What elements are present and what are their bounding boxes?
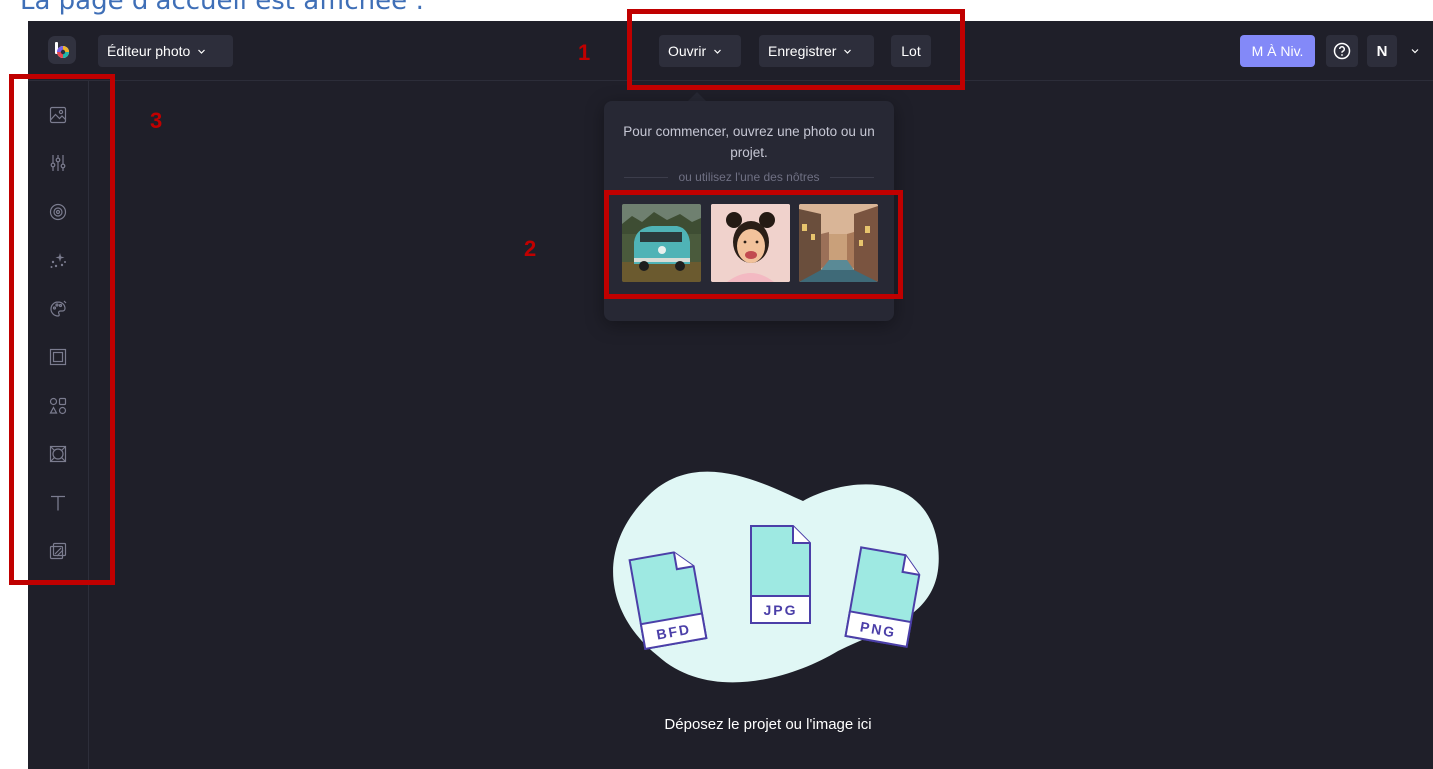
help-icon bbox=[1333, 42, 1351, 60]
annotation-box-3 bbox=[9, 74, 115, 585]
divider-line bbox=[624, 176, 669, 178]
annotation-number-3: 3 bbox=[150, 108, 163, 133]
annotation-number-1: 1 bbox=[578, 40, 591, 65]
photo-editor-app: Éditeur photo Ouvrir Enregistrer Lot M À… bbox=[28, 21, 1433, 769]
upgrade-button[interactable]: M À Niv. bbox=[1240, 35, 1315, 67]
popover-divider: ou utilisez l'une des nôtres bbox=[624, 169, 875, 185]
annotation-number-2: 2 bbox=[524, 236, 537, 261]
app-logo[interactable] bbox=[48, 36, 76, 64]
user-avatar[interactable]: N bbox=[1367, 35, 1397, 67]
divider-line bbox=[829, 176, 875, 178]
annotation-box-2 bbox=[604, 190, 903, 299]
chevron-down-icon[interactable] bbox=[1410, 46, 1420, 56]
editor-mode-select[interactable]: Éditeur photo bbox=[98, 35, 233, 67]
drop-label: Déposez le projet ou l'image ici bbox=[664, 716, 872, 733]
help-button[interactable] bbox=[1326, 35, 1358, 67]
divider-label: ou utilisez l'une des nôtres bbox=[678, 170, 820, 184]
page-heading: La page d'accueil est affichée : bbox=[20, 0, 425, 16]
dropzone-illustration[interactable]: BFD JPG PNG bbox=[588, 456, 948, 696]
popover-message: Pour commencer, ouvrez une photo ou un p… bbox=[623, 124, 875, 160]
jpg-file-label: JPG bbox=[763, 602, 797, 618]
editor-mode-label: Éditeur photo bbox=[107, 43, 191, 59]
befunky-logo-icon bbox=[55, 42, 69, 58]
chevron-down-icon bbox=[197, 47, 206, 56]
annotation-box-1 bbox=[627, 9, 965, 90]
